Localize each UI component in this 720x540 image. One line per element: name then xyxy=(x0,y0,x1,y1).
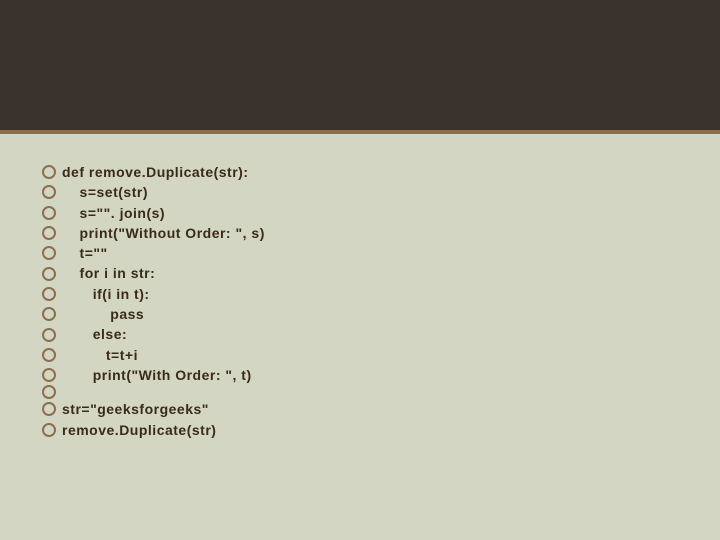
bullet-icon xyxy=(42,423,56,437)
code-text: s="". join(s) xyxy=(62,203,165,223)
code-line: s=set(str) xyxy=(42,182,678,202)
code-line: pass xyxy=(42,304,678,324)
bullet-icon xyxy=(42,328,56,342)
code-text: for i in str: xyxy=(62,263,155,283)
code-line xyxy=(42,385,678,399)
bullet-icon xyxy=(42,307,56,321)
code-line: remove.Duplicate(str) xyxy=(42,420,678,440)
bullet-icon xyxy=(42,368,56,382)
bullet-icon xyxy=(42,246,56,260)
code-text: s=set(str) xyxy=(62,182,148,202)
code-line: if(i in t): xyxy=(42,284,678,304)
code-line: else: xyxy=(42,324,678,344)
bullet-icon xyxy=(42,226,56,240)
code-text: else: xyxy=(62,324,127,344)
code-text: if(i in t): xyxy=(62,284,150,304)
bullet-icon xyxy=(42,165,56,179)
header-band xyxy=(0,0,720,134)
code-line: t=t+i xyxy=(42,345,678,365)
code-text: t="" xyxy=(62,243,108,263)
code-line: str="geeksforgeeks" xyxy=(42,399,678,419)
code-line: for i in str: xyxy=(42,263,678,283)
code-text: str="geeksforgeeks" xyxy=(62,399,209,419)
code-text: print("With Order: ", t) xyxy=(62,365,252,385)
bullet-icon xyxy=(42,185,56,199)
code-line: print("Without Order: ", s) xyxy=(42,223,678,243)
code-line: def remove.Duplicate(str): xyxy=(42,162,678,182)
code-content: def remove.Duplicate(str): s=set(str) s=… xyxy=(0,134,720,468)
code-text: print("Without Order: ", s) xyxy=(62,223,265,243)
code-line: t="" xyxy=(42,243,678,263)
code-text: def remove.Duplicate(str): xyxy=(62,162,248,182)
code-line: s="". join(s) xyxy=(42,203,678,223)
bullet-icon xyxy=(42,385,56,399)
code-line: print("With Order: ", t) xyxy=(42,365,678,385)
bullet-icon xyxy=(42,348,56,362)
bullet-icon xyxy=(42,267,56,281)
code-text: remove.Duplicate(str) xyxy=(62,420,216,440)
bullet-icon xyxy=(42,206,56,220)
code-text: t=t+i xyxy=(62,345,138,365)
code-text: pass xyxy=(62,304,144,324)
bullet-icon xyxy=(42,402,56,416)
bullet-icon xyxy=(42,287,56,301)
